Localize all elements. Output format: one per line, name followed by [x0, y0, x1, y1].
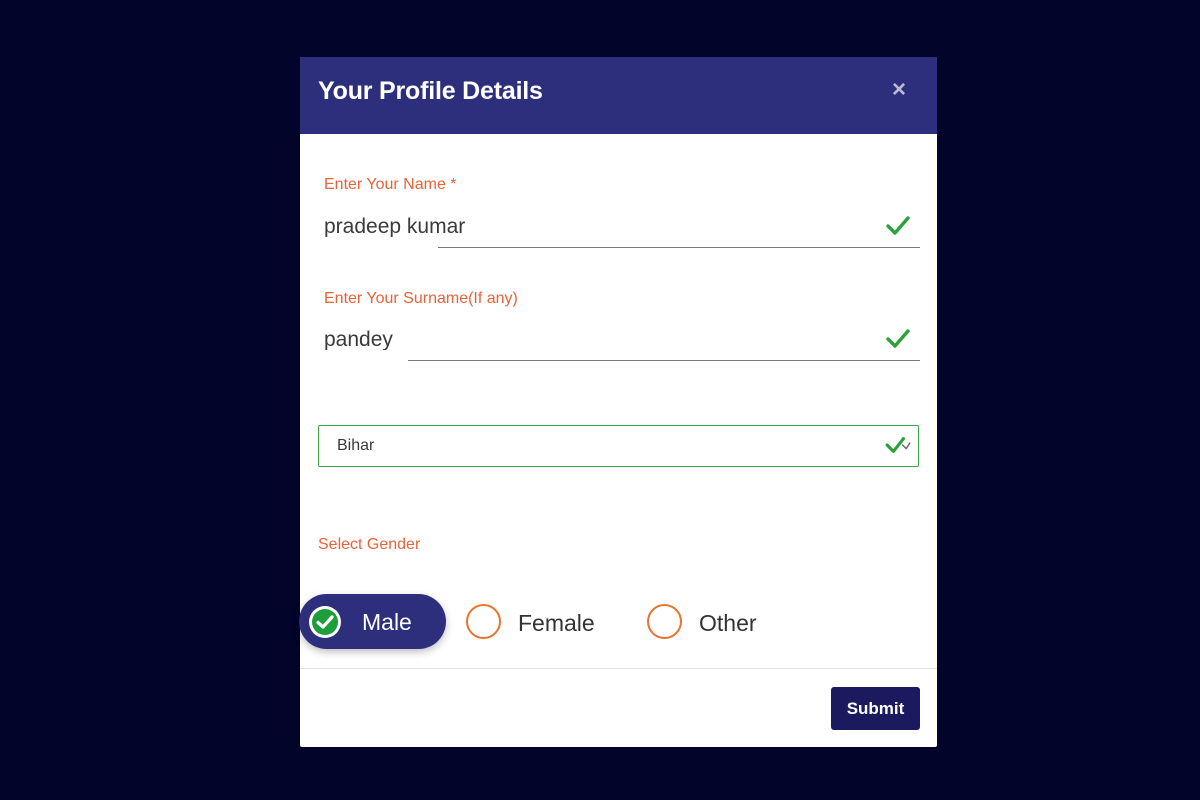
- modal-title: Your Profile Details: [318, 77, 543, 105]
- name-label: Enter Your Name *: [324, 176, 457, 193]
- footer-divider: [300, 668, 937, 669]
- gender-option-label: Female: [518, 610, 595, 636]
- gender-label: Select Gender: [318, 536, 421, 553]
- state-select[interactable]: Bihar: [318, 425, 919, 467]
- radio-circle: [466, 604, 501, 639]
- surname-input[interactable]: pandey: [318, 320, 920, 362]
- radio-circle: [647, 604, 682, 639]
- surname-value: pandey: [324, 328, 393, 351]
- radio-selected-indicator: [309, 606, 341, 638]
- name-value: pradeep kumar: [324, 215, 466, 238]
- gender-option-label: Other: [699, 610, 757, 636]
- close-icon[interactable]: ×: [887, 78, 911, 102]
- check-icon: [886, 216, 910, 235]
- check-icon: [886, 329, 910, 348]
- check-icon: [316, 615, 334, 629]
- gender-option-male[interactable]: Male: [299, 594, 446, 649]
- submit-button[interactable]: Submit: [831, 687, 920, 730]
- state-value: Bihar: [337, 437, 375, 454]
- profile-modal: Your Profile Details × Enter Your Name *…: [299, 57, 937, 747]
- name-input[interactable]: pradeep kumar: [318, 207, 920, 249]
- modal-header: Your Profile Details ×: [300, 57, 937, 134]
- gender-option-label: Male: [362, 609, 412, 635]
- surname-label: Enter Your Surname(If any): [324, 290, 518, 307]
- redaction-mark: [366, 211, 478, 217]
- redaction-mark: [318, 237, 438, 249]
- redaction-mark: [318, 350, 408, 362]
- check-icon: [885, 437, 911, 453]
